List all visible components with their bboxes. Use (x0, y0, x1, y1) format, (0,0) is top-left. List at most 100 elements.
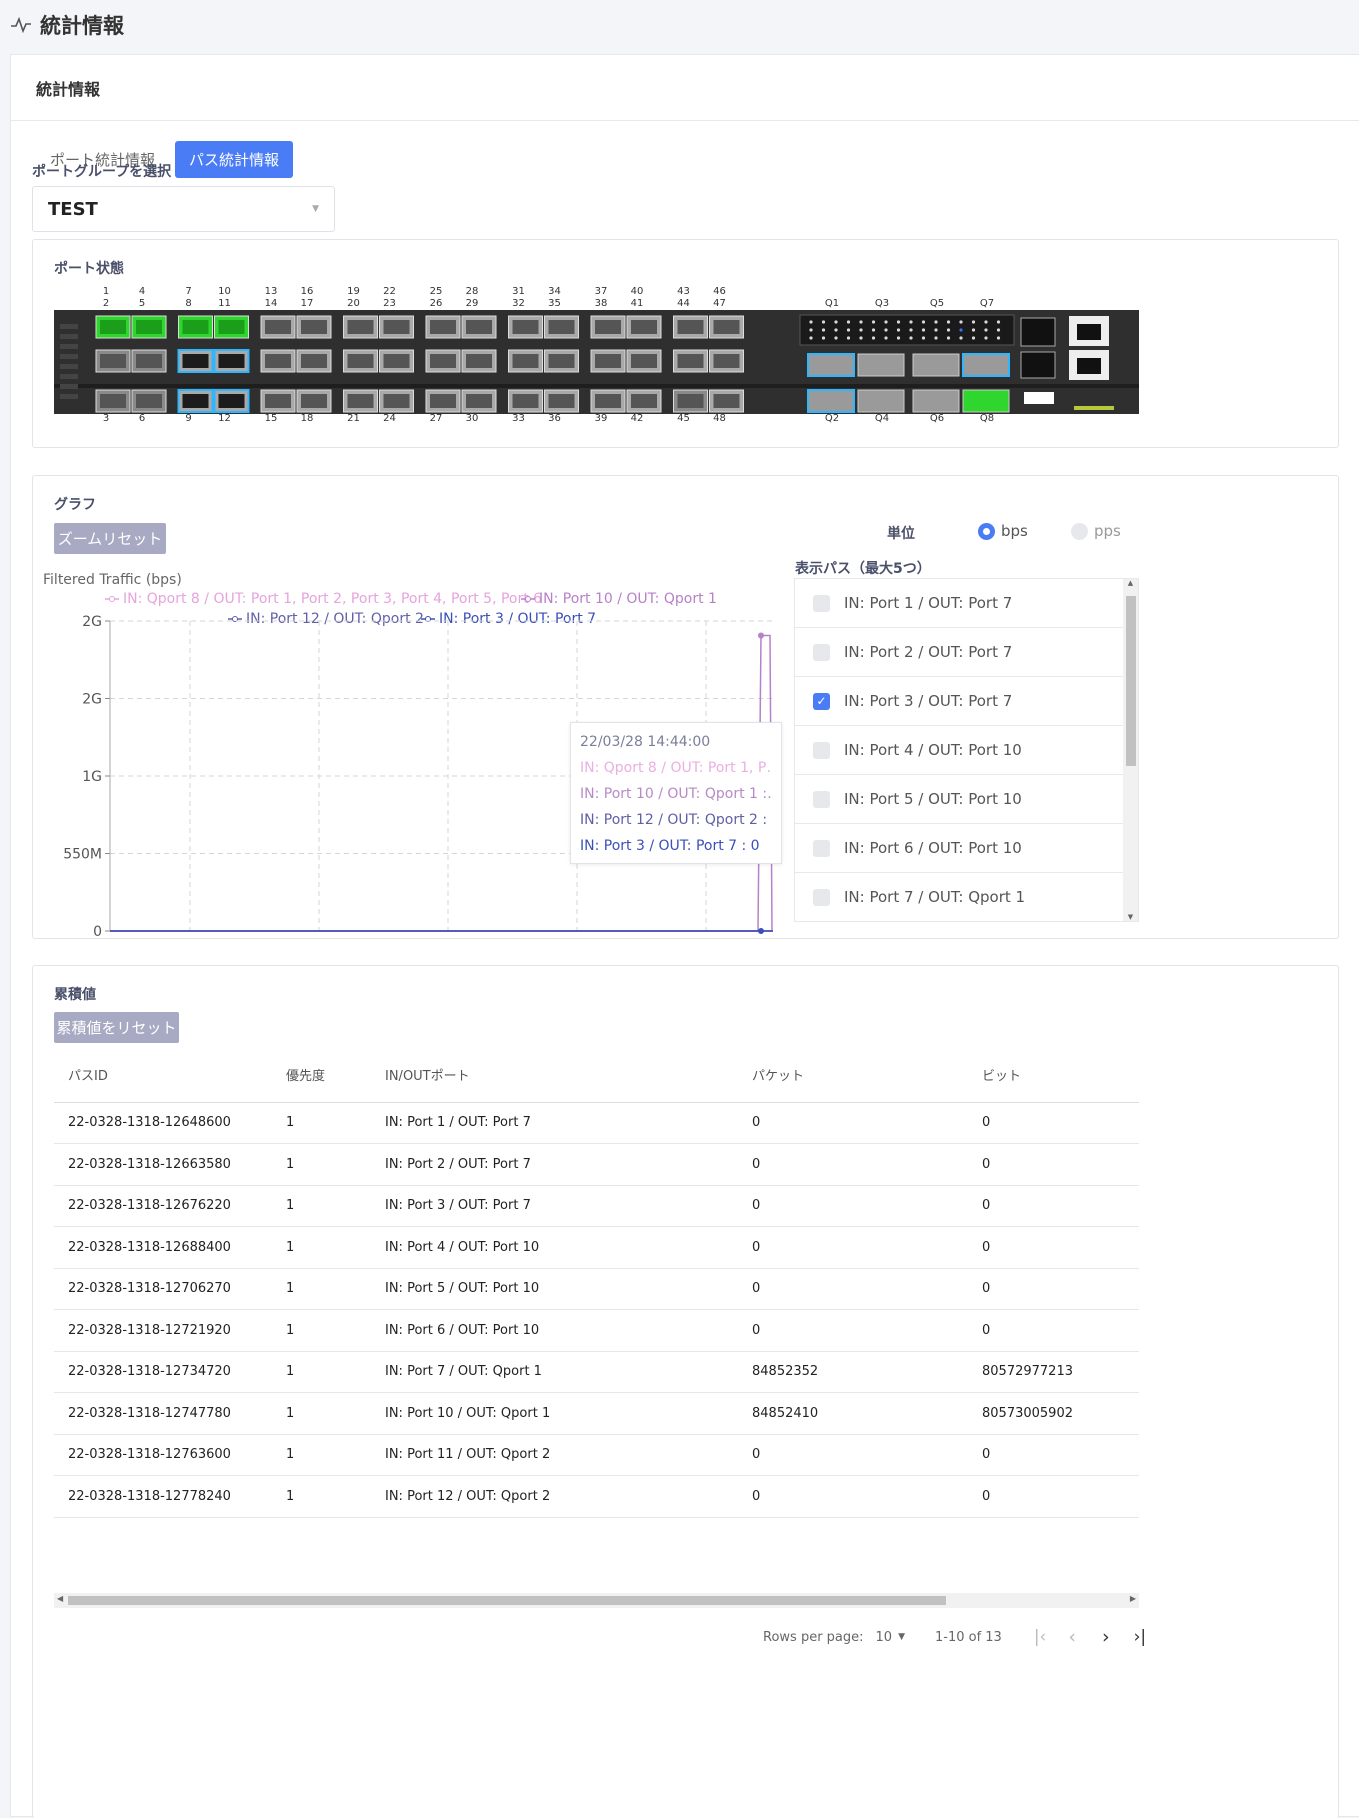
checkbox[interactable] (813, 839, 830, 857)
path-list-scrollbar[interactable]: ▲ ▼ (1123, 579, 1138, 921)
port-number-label: 2 (102, 298, 110, 309)
legend-item[interactable]: IN: Port 10 / OUT: Qport 1 (521, 591, 717, 607)
table-cell: 1 (285, 1434, 384, 1476)
table-row[interactable]: 22-0328-1318-12663580 1 IN: Port 2 / OUT: … (54, 1143, 1139, 1186)
status-led (859, 320, 863, 324)
scroll-left-icon[interactable]: ◀ (57, 1594, 63, 1603)
next-page-icon[interactable]: › (1102, 1626, 1110, 1648)
table-row[interactable]: 22-0328-1318-12778240 1 IN: Port 12 / OUT:… (54, 1475, 1139, 1518)
table-row[interactable]: 22-0328-1318-12676220 1 IN: Port 3 / OUT: … (54, 1185, 1139, 1227)
chart-title: Filtered Traffic (bps) (43, 572, 182, 588)
path-option[interactable]: IN: Port 6 / OUT: Port 10 (795, 824, 1138, 873)
scrollbar-thumb[interactable] (68, 1596, 946, 1605)
table-row[interactable]: 22-0328-1318-12648600 1 IN: Port 1 / OUT: … (54, 1102, 1139, 1144)
col-path-id[interactable]: パスID (54, 1048, 285, 1103)
checkbox[interactable] (813, 790, 830, 808)
status-led (996, 328, 1001, 332)
data-point[interactable] (758, 632, 764, 639)
path-option[interactable]: IN: Port 1 / OUT: Port 7 (795, 579, 1138, 628)
table-cell: 1 (285, 1226, 384, 1269)
prev-page-icon[interactable]: ‹ (1068, 1626, 1076, 1648)
table-cell: 0 (981, 1185, 1139, 1227)
path-option[interactable]: IN: Port 4 / OUT: Port 10 (795, 726, 1138, 775)
port-number-label: 7 (185, 286, 192, 297)
checkbox[interactable] (813, 888, 830, 906)
switch-front-panel (54, 310, 1139, 414)
scrollbar-thumb[interactable] (1126, 596, 1136, 766)
unit-option-bps[interactable]: bps (978, 522, 1028, 540)
status-led (846, 328, 851, 332)
table-cell: 84852352 (751, 1351, 981, 1393)
qsfp-port[interactable] (912, 353, 960, 377)
path-list[interactable]: IN: Port 1 / OUT: Port 7 IN: Port 2 / OUT… (794, 578, 1139, 922)
legend-item[interactable]: IN: Port 3 / OUT: Port 7 (421, 611, 596, 627)
first-page-icon[interactable]: |‹ (1034, 1627, 1047, 1647)
table-cell: 80572977213 (981, 1351, 1139, 1393)
table-row[interactable]: 22-0328-1318-12721920 1 IN: Port 6 / OUT: … (54, 1309, 1139, 1352)
table-row[interactable]: 22-0328-1318-12763600 1 IN: Port 11 / OUT:… (54, 1434, 1139, 1476)
usb-port[interactable] (1024, 392, 1054, 404)
col-bits[interactable]: ビット (981, 1048, 1139, 1103)
radio-pps[interactable] (1071, 522, 1088, 540)
mgmt-port[interactable] (1020, 351, 1056, 379)
last-page-icon[interactable]: ›| (1134, 1627, 1147, 1647)
qsfp-port[interactable] (807, 353, 855, 377)
qsfp-port[interactable] (962, 389, 1010, 413)
vent-slot (60, 344, 78, 349)
table-row[interactable]: 22-0328-1318-12688400 1 IN: Port 4 / OUT: … (54, 1226, 1139, 1269)
checkbox[interactable] (813, 741, 830, 759)
port-cage (347, 354, 374, 368)
col-priority[interactable]: 優先度 (285, 1048, 384, 1103)
port-cage (301, 320, 327, 334)
port-cage (182, 354, 209, 368)
rows-per-page-select[interactable]: 10 ▼ (876, 1630, 905, 1645)
port-cage (466, 320, 492, 334)
unit-pps-label: pps (1094, 522, 1121, 540)
chart-tooltip: 22/03/28 14:44:00 IN: Qport 8 / OUT: Por… (570, 722, 782, 864)
checkbox[interactable] (813, 643, 830, 661)
vent-slot (60, 364, 78, 369)
checkbox-checked[interactable]: ✓ (813, 692, 830, 710)
port-group-select[interactable]: TEST ▼ (32, 186, 335, 232)
scroll-up-icon[interactable]: ▲ (1123, 579, 1138, 587)
qsfp-port[interactable] (857, 353, 905, 377)
unit-option-pps[interactable]: pps (1071, 522, 1121, 540)
table-cell: 22-0328-1318-12778240 (54, 1475, 285, 1518)
qsfp-port[interactable] (807, 389, 855, 413)
port-cage (182, 394, 209, 408)
path-option[interactable]: IN: Port 2 / OUT: Port 7 (795, 628, 1138, 677)
zoom-reset-button[interactable]: ズームリセット (54, 523, 166, 554)
table-cell: 22-0328-1318-12648600 (54, 1102, 285, 1144)
data-point[interactable] (758, 928, 764, 934)
port-cage (100, 320, 126, 334)
legend-item[interactable]: IN: Qport 8 / OUT: Port 1, Port 2, Port … (105, 591, 542, 607)
reset-totals-button[interactable]: 累積値をリセット (54, 1012, 179, 1043)
table-pagination: Rows per page: 10 ▼ 1-10 of 13 |‹ ‹ › ›| (763, 1626, 1146, 1648)
table-cell: 0 (981, 1309, 1139, 1352)
status-strip (1074, 406, 1114, 410)
table-row[interactable]: 22-0328-1318-12747780 1 IN: Port 10 / OUT:… (54, 1392, 1139, 1435)
path-option[interactable]: ✓ IN: Port 3 / OUT: Port 7 (795, 677, 1138, 726)
tab-path-stats[interactable]: パス統計情報 (175, 141, 294, 178)
table-horizontal-scrollbar[interactable]: ◀ ▶ (54, 1593, 1139, 1608)
path-option[interactable]: IN: Port 7 / OUT: Qport 1 (795, 873, 1138, 921)
port-number-label: 24 (383, 413, 396, 424)
port-cage (218, 354, 245, 368)
table-row[interactable]: 22-0328-1318-12706270 1 IN: Port 5 / OUT: … (54, 1268, 1139, 1310)
col-ports[interactable]: IN/OUTポート (384, 1048, 751, 1103)
port-cage (430, 320, 456, 334)
scroll-right-icon[interactable]: ▶ (1130, 1594, 1136, 1603)
path-option[interactable]: IN: Port 5 / OUT: Port 10 (795, 775, 1138, 824)
mgmt-port[interactable] (1020, 317, 1056, 347)
qsfp-port[interactable] (857, 389, 905, 413)
qsfp-port[interactable] (962, 353, 1010, 377)
scroll-down-icon[interactable]: ▼ (1123, 913, 1138, 921)
table-row[interactable]: 22-0328-1318-12734720 1 IN: Port 7 / OUT: … (54, 1351, 1139, 1393)
legend-item[interactable]: IN: Port 12 / OUT: Qport 2 (228, 611, 424, 627)
table-cell: 0 (981, 1434, 1139, 1476)
qsfp-port[interactable] (912, 389, 960, 413)
checkbox[interactable] (813, 594, 830, 612)
port-number-label: 44 (677, 298, 690, 309)
radio-bps[interactable] (978, 522, 995, 540)
col-packets[interactable]: パケット (751, 1048, 981, 1103)
